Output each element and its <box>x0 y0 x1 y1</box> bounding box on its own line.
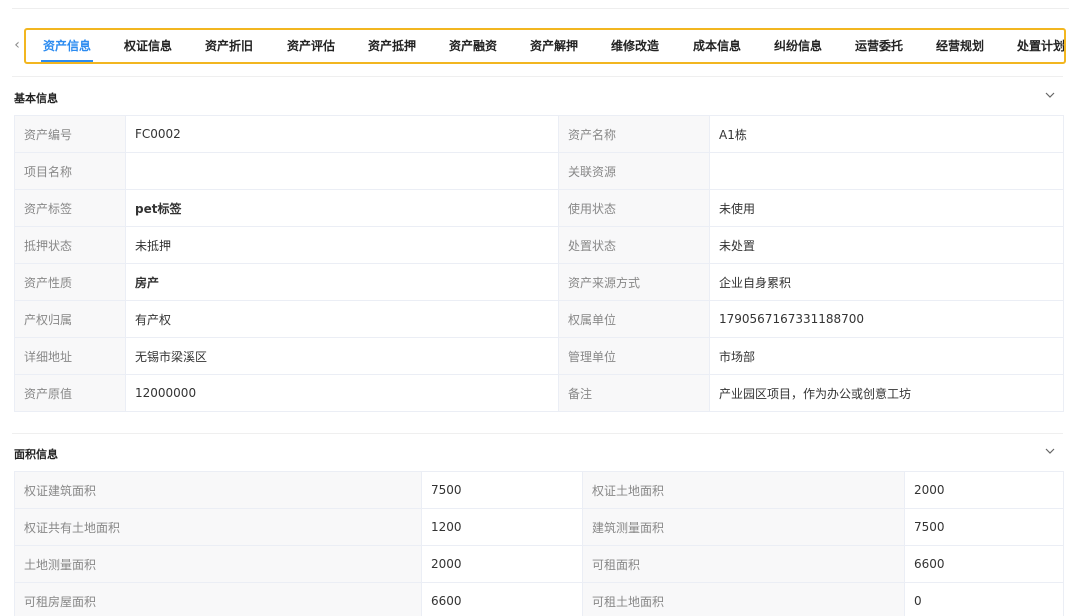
field-label: 产权归属 <box>14 300 126 338</box>
tab-appraisal[interactable]: 资产评估 <box>287 30 335 62</box>
basic-info-title: 基本信息 <box>14 92 58 105</box>
field-value: 1200 <box>421 508 583 546</box>
tab-bar: 资产信息 权证信息 资产折旧 资产评估 资产抵押 资产融资 资产解押 维修改造 … <box>24 28 1066 64</box>
field-value: 0 <box>904 582 1064 616</box>
field-value: 市场部 <box>709 337 1064 375</box>
tab-operation-entrust[interactable]: 运营委托 <box>855 30 903 62</box>
field-label: 资产性质 <box>14 263 126 301</box>
area-info-title: 面积信息 <box>14 448 58 461</box>
section-divider <box>12 76 1063 77</box>
field-label: 关联资源 <box>558 152 710 190</box>
field-label: 项目名称 <box>14 152 126 190</box>
chevron-down-icon[interactable] <box>1043 88 1057 102</box>
tab-release-mortgage[interactable]: 资产解押 <box>530 30 578 62</box>
field-label: 抵押状态 <box>14 226 126 264</box>
top-divider <box>12 8 1069 9</box>
area-info-table: 权证建筑面积 7500 权证土地面积 2000 权证共有土地面积 1200 建筑测量面积 75… <box>14 471 1064 616</box>
tab-asset-info[interactable]: 资产信息 <box>40 30 94 62</box>
basic-info-row: 资产原值 12000000 备注 产业园区项目，作为办公或创意工坊 <box>14 374 1064 412</box>
field-value: 未处置 <box>709 226 1064 264</box>
tab-depreciation[interactable]: 资产折旧 <box>205 30 253 62</box>
tab-certificate-info[interactable]: 权证信息 <box>124 30 172 62</box>
basic-info-row: 详细地址 无锡市梁溪区 管理单位 市场部 <box>14 337 1064 375</box>
field-value: 房产 <box>125 263 559 301</box>
field-label: 权证共有土地面积 <box>14 508 422 546</box>
field-value: pet标签 <box>125 189 559 227</box>
basic-info-row: 资产标签 pet标签 使用状态 未使用 <box>14 189 1064 227</box>
field-label: 详细地址 <box>14 337 126 375</box>
tab-navigation: ‹ 资产信息 权证信息 资产折旧 资产评估 资产抵押 资产融资 资产解押 维修改… <box>12 28 1069 64</box>
field-label: 处置状态 <box>558 226 710 264</box>
field-label: 资产名称 <box>558 115 710 153</box>
field-label: 资产原值 <box>14 374 126 412</box>
field-label: 管理单位 <box>558 337 710 375</box>
field-value: 未使用 <box>709 189 1064 227</box>
field-value: 7500 <box>904 508 1064 546</box>
field-value: FC0002 <box>125 115 559 153</box>
scroll-left-icon[interactable]: ‹ <box>12 37 22 53</box>
field-value: A1栋 <box>709 115 1064 153</box>
basic-info-row: 资产性质 房产 资产来源方式 企业自身累积 <box>14 263 1064 301</box>
field-value <box>709 152 1064 190</box>
tab-mortgage[interactable]: 资产抵押 <box>368 30 416 62</box>
field-value: 2000 <box>421 545 583 583</box>
field-label: 备注 <box>558 374 710 412</box>
field-value: 6600 <box>421 582 583 616</box>
tab-business-plan[interactable]: 经营规划 <box>936 30 984 62</box>
field-value <box>125 152 559 190</box>
field-label: 资产标签 <box>14 189 126 227</box>
field-value: 1790567167331188700 <box>709 300 1064 338</box>
field-label: 资产来源方式 <box>558 263 710 301</box>
field-label: 权属单位 <box>558 300 710 338</box>
field-label: 权证土地面积 <box>582 471 905 509</box>
field-label: 权证建筑面积 <box>14 471 422 509</box>
field-label: 可租土地面积 <box>582 582 905 616</box>
basic-info-row: 产权归属 有产权 权属单位 1790567167331188700 <box>14 300 1064 338</box>
field-label: 可租房屋面积 <box>14 582 422 616</box>
section-divider <box>12 433 1063 434</box>
scroll-right-icon[interactable]: › <box>1057 37 1067 53</box>
tab-maintenance[interactable]: 维修改造 <box>611 30 659 62</box>
field-value: 7500 <box>421 471 583 509</box>
area-info-row: 权证建筑面积 7500 权证土地面积 2000 <box>14 471 1064 509</box>
field-label: 资产编号 <box>14 115 126 153</box>
field-label: 土地测量面积 <box>14 545 422 583</box>
basic-info-row: 项目名称 关联资源 <box>14 152 1064 190</box>
field-value: 产业园区项目，作为办公或创意工坊 <box>709 374 1064 412</box>
field-label: 可租面积 <box>582 545 905 583</box>
area-info-header[interactable]: 面积信息 <box>12 444 1063 464</box>
field-value: 2000 <box>904 471 1064 509</box>
tab-financing[interactable]: 资产融资 <box>449 30 497 62</box>
basic-info-row: 资产编号 FC0002 资产名称 A1栋 <box>14 115 1064 153</box>
field-value: 企业自身累积 <box>709 263 1064 301</box>
area-info-row: 可租房屋面积 6600 可租土地面积 0 <box>14 582 1064 616</box>
area-info-row: 土地测量面积 2000 可租面积 6600 <box>14 545 1064 583</box>
tab-cost-info[interactable]: 成本信息 <box>693 30 741 62</box>
field-value: 12000000 <box>125 374 559 412</box>
field-value: 未抵押 <box>125 226 559 264</box>
field-value: 有产权 <box>125 300 559 338</box>
field-value: 无锡市梁溪区 <box>125 337 559 375</box>
basic-info-header[interactable]: 基本信息 <box>12 88 1063 108</box>
chevron-down-icon[interactable] <box>1043 444 1057 458</box>
field-value: 6600 <box>904 545 1064 583</box>
tab-dispute-info[interactable]: 纠纷信息 <box>774 30 822 62</box>
basic-info-row: 抵押状态 未抵押 处置状态 未处置 <box>14 226 1064 264</box>
area-info-row: 权证共有土地面积 1200 建筑测量面积 7500 <box>14 508 1064 546</box>
basic-info-table: 资产编号 FC0002 资产名称 A1栋 项目名称 关联资源 资产标签 pet标签 使用状态 未使… <box>14 115 1064 412</box>
field-label: 建筑测量面积 <box>582 508 905 546</box>
field-label: 使用状态 <box>558 189 710 227</box>
